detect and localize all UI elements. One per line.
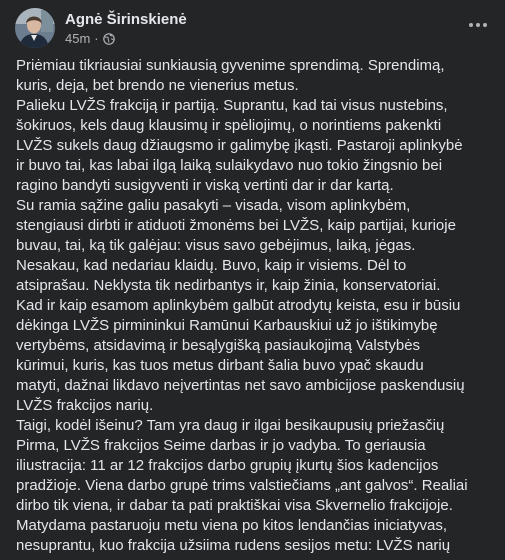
post-text-line: dėkinga LVŽS pirmininkui Ramūnui Karbaus… <box>16 317 438 334</box>
post-text-line: matyti, dažnai likdavo neįvertintas net … <box>16 377 465 394</box>
meta-separator: · <box>94 31 99 46</box>
post-text-line: kuris, deja, bet brendo ne vienerius met… <box>16 77 299 94</box>
post-text-line: Matydama pastaruoju metu viena po kitos … <box>16 517 448 534</box>
post-text-line: Kad ir kaip esamom aplinkybėm galbūt atr… <box>16 297 461 314</box>
post-text-line: nesuprantu, kuo frakcija užsiima rudens … <box>16 537 451 554</box>
post-author-name[interactable]: Agnė Širinskienė <box>65 11 187 28</box>
post-text-line: vertybėms, atsidavimą ir besąlygišką pas… <box>16 337 421 354</box>
post-text-line: iliustracija: 11 ar 12 frakcijos darbo g… <box>16 457 439 474</box>
more-horizontal-icon <box>469 23 487 27</box>
post-text-line: pradžioje. Viena darbo grupė trims valst… <box>16 477 468 494</box>
post-text-line: Pirma, LVŽS frakcijos Seime darbas ir jo… <box>16 437 426 454</box>
post-text-line: šokiruos, kels daug klausimų ir spėlioji… <box>16 117 442 134</box>
post-timestamp[interactable]: 45m <box>65 31 90 46</box>
post-meta: 45m · <box>65 31 115 46</box>
post-body: Priėmiau tikriausiai sunkiausią gyvenime… <box>16 56 500 556</box>
post-text-line: Nesakau, kad nedariau klaidų. Buvo, kaip… <box>16 257 407 274</box>
post-text-line: Su ramia sąžine galiu pasakyti – visada,… <box>16 197 411 214</box>
more-options-button[interactable] <box>463 12 493 38</box>
globe-icon[interactable] <box>102 32 115 45</box>
post-text-line: Priėmiau tikriausiai sunkiausią gyvenime… <box>16 57 445 74</box>
post-text-line: dirbo tik viena, ir dabar ta pati prakti… <box>16 497 453 514</box>
post-text-line: ir buvo tai, kas labai ilgą laiką sulaik… <box>16 157 443 174</box>
post-text-line: atsiprašau. Neklysta tik nedirbantys ir,… <box>16 277 441 294</box>
post-header: Agnė Širinskienė 45m · <box>15 8 493 50</box>
post-text-line: kūrimui, kuris, kas tuos metus dirbant š… <box>16 357 424 374</box>
post-text-line: buvau, tai, ką tik galėjau: visus savo g… <box>16 237 416 254</box>
post-text-line: stengiausi dirbti ir atiduoti žmonėms be… <box>16 217 456 234</box>
avatar[interactable] <box>15 8 55 48</box>
profile-photo <box>15 8 55 48</box>
post-text-line: Taigi, kodėl išeinu? Tam yra daug ir ilg… <box>16 417 445 434</box>
post-text-line: ragino bandyti susigyventi ir viską vert… <box>16 177 394 194</box>
post-text-line: LVŽS sukels daug džiaugsmo ir galimybę į… <box>16 137 463 154</box>
facebook-post: Agnė Širinskienė 45m · Priėmiau tikriaus… <box>0 0 505 560</box>
post-text-line: Palieku LVŽS frakciją ir partiją. Supran… <box>16 97 448 114</box>
post-text-line: LVŽS frakcijos narių. <box>16 397 154 414</box>
